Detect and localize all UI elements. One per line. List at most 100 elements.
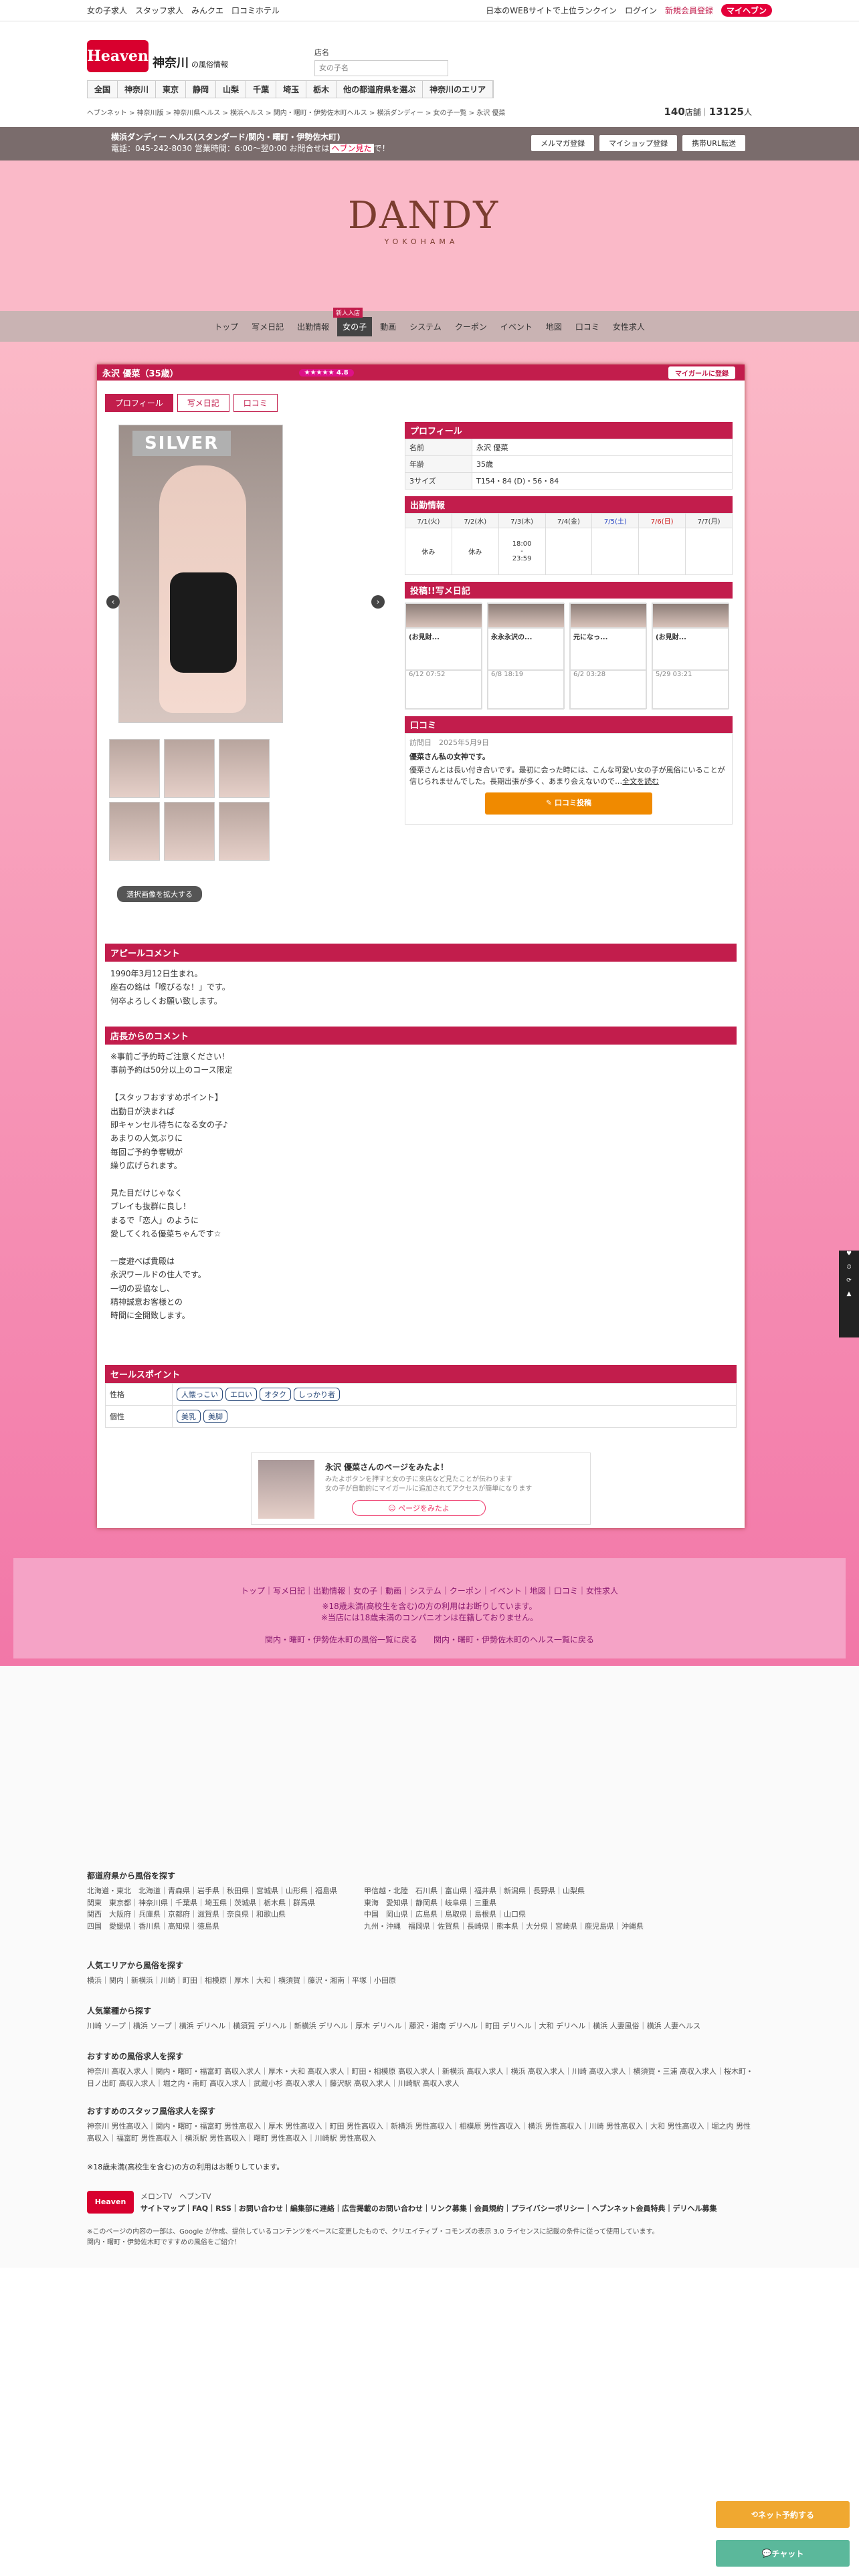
mypage-box: 永沢 優菜さんのページをみたよ！ みたよボタンを押すと女の子に来店など見たことが…: [251, 1453, 591, 1525]
mitayo-button[interactable]: ☺ ページをみたよ: [352, 1500, 486, 1516]
footer-links[interactable]: サイトマップ｜FAQ｜RSS｜お問い合わせ｜編集部に連絡｜広告掲載のお問い合わせ…: [140, 2203, 743, 2215]
search-input[interactable]: 女の子名: [314, 60, 448, 76]
post-review-button[interactable]: ✎ 口コミ投稿: [485, 792, 652, 815]
mypage-note: 女の子が自動的にマイガールに追加されてアクセスが簡単になります: [325, 1485, 533, 1493]
top-link[interactable]: スタッフ求人: [135, 5, 183, 16]
review-date: 訪問日 2025年5月9日: [409, 738, 489, 747]
shop-info-bar: 横浜ダンディー ヘルス(スタンダード/関内・曙町・伊勢佐木町) 電話：045-2…: [0, 127, 859, 160]
photo-lingerie: [170, 572, 237, 673]
mailmag-button[interactable]: メルマガ登録: [531, 135, 595, 151]
top-link[interactable]: 口コミホテル: [231, 5, 280, 16]
sales-table: 性格 人懐っこい エロい オタク しっかり者 個性 美乳 美脚: [105, 1383, 737, 1428]
tab-review[interactable]: 口コミ: [233, 394, 278, 412]
girl-tabs: プロフィール 写メ日記 口コミ: [105, 394, 278, 412]
job-section: おすすめの風俗求人を探す 神奈川 高収入求人｜関内・曙町・福富町 高収入求人｜厚木…: [87, 2052, 753, 2088]
shop-comment-text: ※事前ご予約時ご注意ください！ 事前予約は50分以上のコース限定 【スタッフおす…: [110, 1052, 233, 1321]
mygirl-button[interactable]: マイガールに登録: [668, 366, 735, 379]
main-photo[interactable]: SILVER: [118, 425, 283, 723]
top-link[interactable]: 女の子求人: [87, 5, 127, 16]
enlarge-button[interactable]: 選択画像を拡大する: [117, 886, 202, 902]
shopnav-item[interactable]: 写メ日記: [246, 317, 289, 336]
heaven-logo[interactable]: Heaven: [87, 40, 149, 72]
dandy-logo[interactable]: DANDY YOKOHAMA: [348, 194, 498, 274]
rating-stars: ★★★★★ 4.8: [298, 368, 354, 377]
thumbnail[interactable]: [219, 739, 270, 798]
nav-item[interactable]: 東京: [156, 81, 187, 98]
new-badge: 新人入店: [333, 307, 363, 318]
review-body: 優菜さんとは長い付き合いです。最初に会った時には、こんな可愛い女の子が風俗にいる…: [409, 766, 725, 786]
shopnav-item[interactable]: 出勤情報: [292, 317, 335, 336]
shopnav-item[interactable]: 口コミ: [570, 317, 605, 336]
shopnav-item[interactable]: 動画: [375, 317, 401, 336]
nav-item[interactable]: 静岡: [186, 81, 217, 98]
shopnav-item[interactable]: クーポン: [450, 317, 492, 336]
mobile-url-button[interactable]: 携帯URL転送: [682, 135, 745, 151]
appeal-text: 1990年3月12日生まれ。 座右の銘は「喉ぴるな！」です。 何卒よろしくお願い…: [110, 969, 230, 1006]
breadcrumb[interactable]: ヘブンネット > 神奈川版 > 神奈川県ヘルス > 横浜ヘルス > 関内・曙町・…: [87, 107, 505, 117]
diary-post[interactable]: (お見財... 5/29 03:21: [652, 603, 729, 710]
thumbnail[interactable]: [164, 739, 215, 798]
nav-item[interactable]: 全国: [88, 81, 118, 98]
site-counts: 140店舗｜13125人: [664, 106, 752, 118]
site-header: Heaven 神奈川 の風俗情報 店名 女の子名: [0, 21, 859, 88]
thumbnail[interactable]: [164, 802, 215, 861]
shop-comment-section: 店長からのコメント ※事前ご予約時ご注意ください！ 事前予約は50分以上のコース…: [105, 1027, 737, 1328]
diary-post[interactable]: 永永永沢の... 6/8 18:19: [487, 603, 565, 710]
nav-item[interactable]: 千葉: [246, 81, 277, 98]
girl-profile-card: 永沢 優菜（35歳） ★★★★★ 4.8 マイガールに登録 プロフィール 写メ日…: [97, 364, 745, 1528]
thumbnail[interactable]: [109, 802, 160, 861]
shopnav-item[interactable]: 地図: [541, 317, 567, 336]
review-box: 訪問日 2025年5月9日 優菜さん私の女神です。 優菜さんとは長い付き合いです…: [405, 733, 733, 825]
profile-side: プロフィール 名前 永沢 優菜 年齢 35歳 3サイズ T154・84 (D)・56・…: [405, 422, 733, 825]
my-heaven-button[interactable]: マイヘブン: [721, 4, 772, 17]
chat-button[interactable]: 💬 チャット: [716, 2540, 850, 2567]
profile-table: 名前 永沢 優菜 年齢 35歳 3サイズ T154・84 (D)・56・84: [405, 439, 733, 490]
back-health-link[interactable]: 関内・曙町・伊勢佐木町のヘルス一覧に戻る: [434, 1635, 594, 1644]
girl-title-bar: 永沢 優菜（35歳） ★★★★★ 4.8 マイガールに登録: [97, 364, 745, 381]
nav-item[interactable]: 埼玉: [276, 81, 307, 98]
shopnav-item[interactable]: トップ: [209, 317, 244, 336]
net-reserve-button[interactable]: ⟲ ネット予約する: [716, 2501, 850, 2528]
top-link[interactable]: みんクエ: [191, 5, 223, 16]
region-nav: 全国 神奈川 東京 静岡 山梨 千葉 埼玉 栃木 他の都道府県を選ぶ 神奈川のエ…: [87, 80, 494, 98]
schedule-heading: 出勤情報: [405, 496, 733, 513]
login-link[interactable]: ログイン: [625, 5, 657, 16]
register-link[interactable]: 新規会員登録: [665, 5, 713, 16]
nav-item[interactable]: 神奈川: [118, 81, 157, 98]
region-title: 神奈川 の風俗情報: [153, 56, 228, 70]
diary-post[interactable]: 元になっ... 6/2 03:28: [569, 603, 647, 710]
rank-badge: SILVER: [132, 431, 231, 456]
side-buttons[interactable]: ♥ ⏱ ⟳ ▲: [839, 1251, 859, 1337]
read-more-link[interactable]: 全文を読む: [622, 777, 659, 786]
footer-logo[interactable]: Heaven: [87, 2191, 134, 2214]
shopnav-item[interactable]: 女性求人: [607, 317, 650, 336]
thumbnail[interactable]: [219, 802, 270, 861]
service-link[interactable]: メロンTV: [140, 2192, 172, 2201]
myshop-button[interactable]: マイショップ登録: [599, 135, 678, 151]
nav-item[interactable]: 山梨: [216, 81, 247, 98]
service-link[interactable]: ヘブンTV: [179, 2192, 211, 2201]
prev-arrow-icon[interactable]: ‹: [106, 595, 120, 609]
copyright: ※このページの内容の一部は、Google が作成、提供しているコンテンツをベース…: [87, 2228, 659, 2246]
shopnav-item-girls[interactable]: 女の子 新人入店: [333, 307, 373, 336]
diary-heading: 投稿!!写メ日記: [405, 582, 733, 599]
nav-item[interactable]: 神奈川のエリア: [423, 81, 494, 98]
nav-item[interactable]: 他の都道府県を選ぶ: [337, 81, 423, 98]
profile-heading: プロフィール: [405, 422, 733, 439]
top-utility-bar: 女の子求人 スタッフ求人 みんクエ 口コミホテル 日本のWEBサイトで上位ランク…: [0, 0, 859, 21]
shopnav-item[interactable]: システム: [404, 317, 447, 336]
shopnav-item[interactable]: イベント: [495, 317, 538, 336]
diary-post[interactable]: (お見財... 6/12 07:52: [405, 603, 482, 710]
mypage-thumb: [258, 1460, 314, 1519]
sales-points-section: セールスポイント 性格 人懐っこい エロい オタク しっかり者 個性 美乳 美脚: [105, 1365, 737, 1428]
search-label: 店名: [314, 48, 329, 57]
tab-diary[interactable]: 写メ日記: [177, 394, 229, 412]
footer-bottom: Heaven メロンTV ヘブンTV サイトマップ｜FAQ｜RSS｜お問い合わせ…: [87, 2191, 756, 2214]
mypage-title: 永沢 優菜さんのページをみたよ！: [325, 1463, 448, 1472]
thumbnail[interactable]: [109, 739, 160, 798]
next-arrow-icon[interactable]: ›: [371, 595, 385, 609]
back-list-link[interactable]: 関内・曙町・伊勢佐木町の風俗一覧に戻る: [265, 1635, 417, 1644]
appeal-section: アピールコメント 1990年3月12日生まれ。 座右の銘は「喉ぴるな！」です。 …: [105, 944, 737, 1013]
nav-item[interactable]: 栃木: [306, 81, 337, 98]
tab-profile[interactable]: プロフィール: [105, 394, 173, 412]
